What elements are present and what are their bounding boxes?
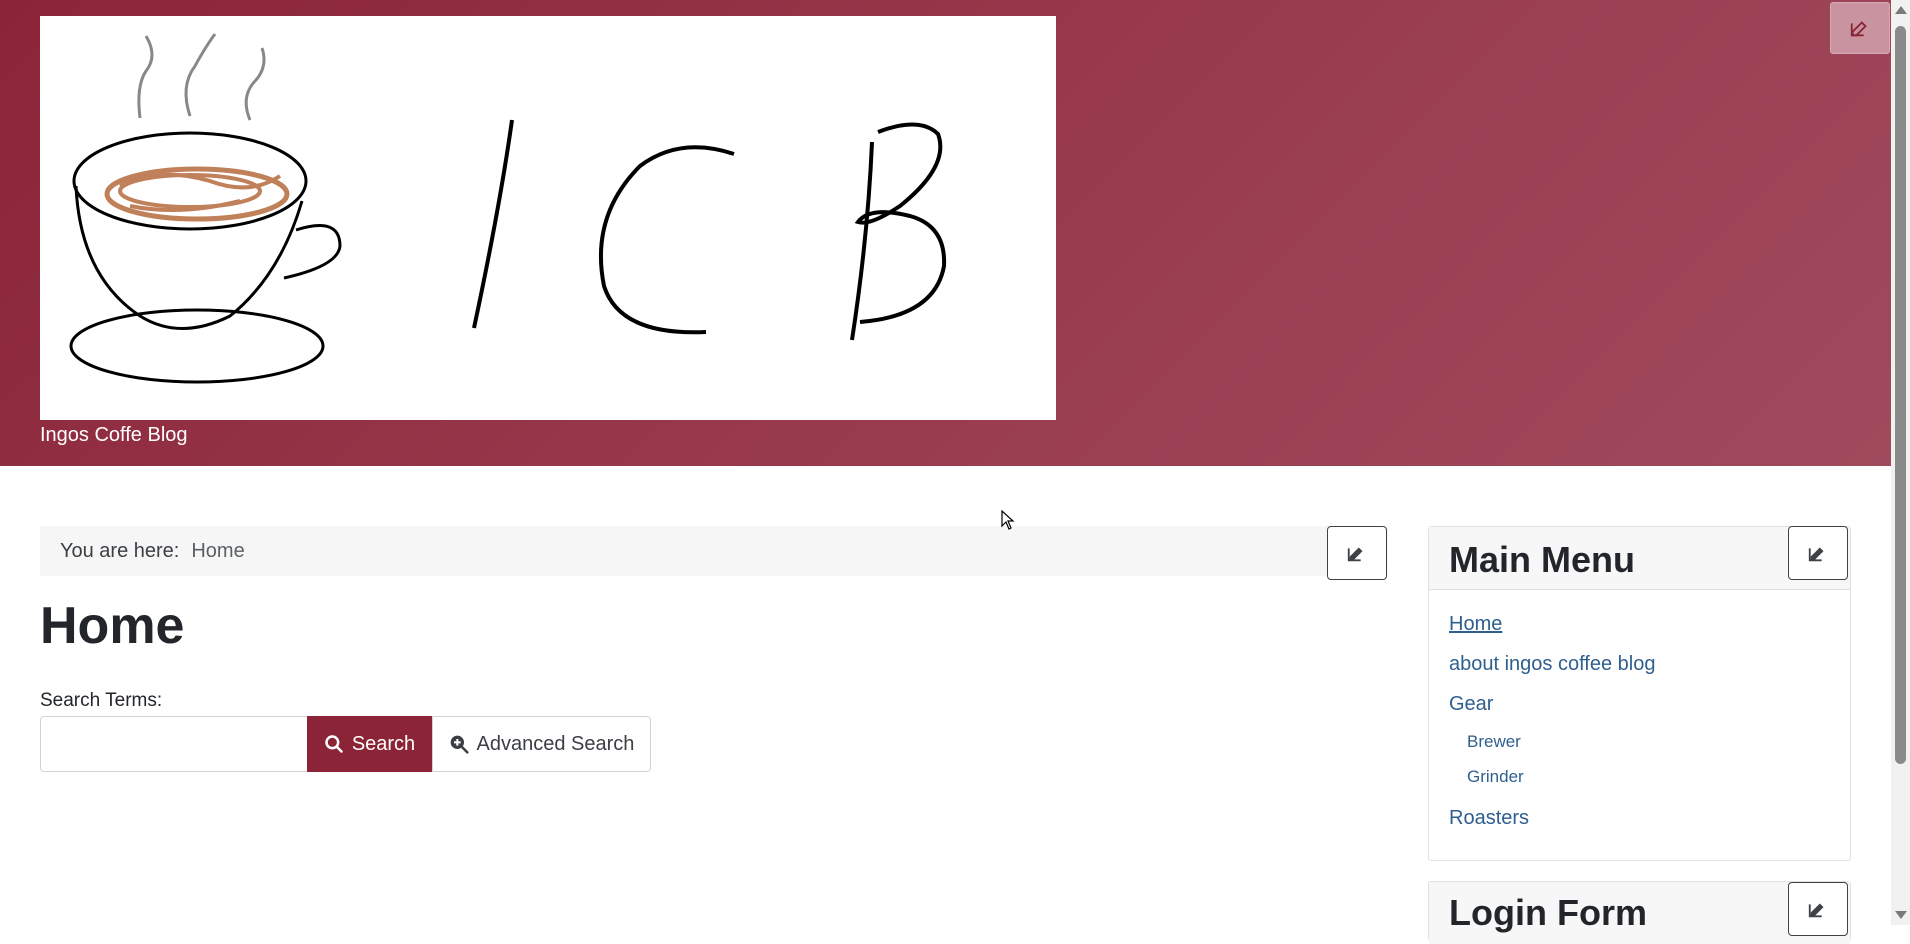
edit-icon [1347,547,1363,562]
main-menu-edit-button[interactable] [1788,526,1848,580]
login-form-title: Login Form [1449,892,1647,933]
menu-item-roasters: Roasters [1429,798,1850,838]
edit-icon [1808,547,1824,562]
menu-item-about: about ingos coffee blog [1429,644,1850,684]
breadcrumb-label: You are here: [60,539,180,562]
scroll-down-arrow-icon[interactable] [1895,911,1907,919]
breadcrumb: You are here: Home [40,526,1388,576]
advanced-search-button-label: Advanced Search [476,732,635,755]
menu-link-roasters[interactable]: Roasters [1449,807,1529,829]
main-menu-list: Home about ingos coffee blog Gear Brewer… [1429,590,1850,838]
search-button[interactable]: Search [307,716,432,772]
site-logo-link[interactable] [40,16,1056,420]
menu-item-home: Home [1429,604,1850,644]
header-edit-button[interactable] [1830,2,1890,54]
menu-link-brewer[interactable]: Brewer [1467,732,1521,751]
login-form-edit-button[interactable] [1788,882,1848,936]
advanced-search-button[interactable]: Advanced Search [432,716,651,772]
main-menu-header: Main Menu [1429,527,1850,590]
scrollbar-thumb[interactable] [1895,26,1906,764]
menu-link-home[interactable]: Home [1449,613,1502,635]
main-menu-title: Main Menu [1449,539,1635,580]
menu-link-gear[interactable]: Gear [1449,693,1493,715]
menu-item-grinder: Grinder [1429,759,1850,794]
site-title[interactable]: Ingos Coffe Blog [40,424,188,447]
scroll-up-arrow-icon[interactable] [1895,6,1907,14]
page-title: Home [40,597,185,655]
search-input[interactable] [40,716,308,772]
search-button-label: Search [351,732,416,755]
breadcrumb-edit-button[interactable] [1327,526,1387,580]
search-plus-icon [450,735,469,754]
mouse-cursor-icon [1001,510,1015,530]
login-form-header: Login Form [1429,882,1850,944]
menu-link-about[interactable]: about ingos coffee blog [1449,653,1655,675]
menu-item-brewer: Brewer [1429,724,1850,759]
menu-link-grinder[interactable]: Grinder [1467,767,1524,786]
search-icon [325,735,343,753]
site-header: Ingos Coffe Blog [0,0,1891,466]
coffee-cup-logo [69,33,947,384]
edit-icon [1808,903,1824,918]
menu-item-gear: Gear [1429,684,1850,724]
search-terms-label: Search Terms: [40,690,163,711]
breadcrumb-current: Home [191,539,245,562]
edit-icon [1850,21,1867,37]
page-scrollbar[interactable] [1891,0,1910,925]
